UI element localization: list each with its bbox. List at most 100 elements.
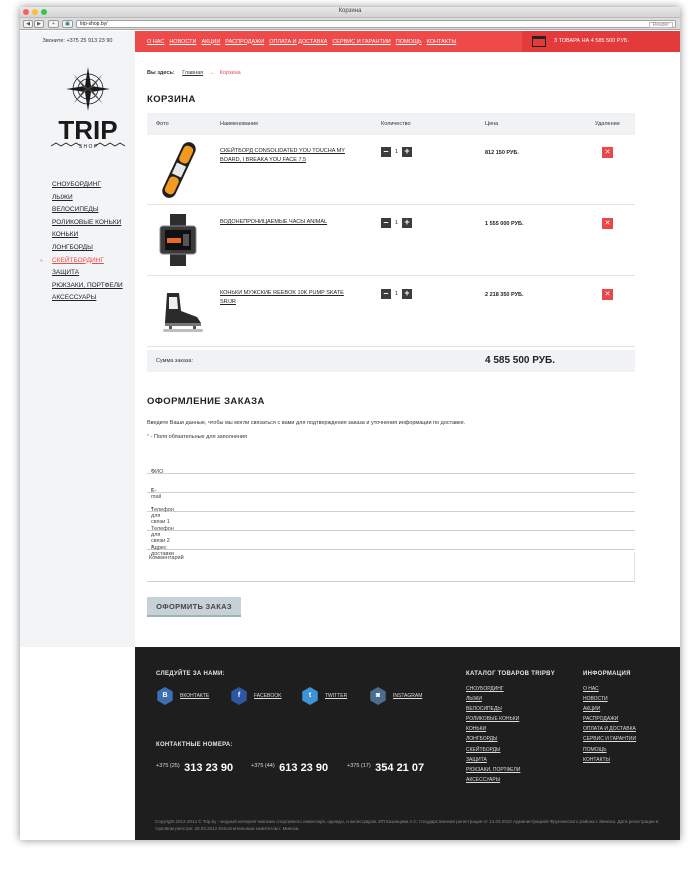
increase-qty-button[interactable]: + [402, 147, 412, 157]
sidebar-category[interactable]: ЛОНГБОРДЫ [52, 242, 123, 255]
copyright: Copyright 2012-2014 © Trip.by - модный и… [155, 819, 659, 831]
sidebar-category[interactable]: ЛЫЖИ [52, 192, 123, 205]
sidebar-category[interactable]: СНОУБОРДИНГ [52, 179, 123, 192]
footer-link[interactable]: РЮКЗАКИ, ПОРТФЕЛИ [466, 765, 520, 775]
sidebar-category[interactable]: АКСЕССУАРЫ [52, 292, 123, 305]
mini-cart[interactable]: 3 ТОВАРА НА 4 585 500 РУБ. [522, 31, 680, 52]
contacts-title: КОНТАКТНЫЕ НОМЕРА: [156, 742, 233, 748]
increase-qty-button[interactable]: + [402, 218, 412, 228]
checkout-title: ОФОРМЛЕНИЕ ЗАКАЗА [147, 396, 265, 407]
required-note-text: - Поля обязательные для заполнения [149, 434, 247, 440]
product-name[interactable]: ВОДОНЕПРОНИЦАЕМЫЕ ЧАСЫ ANIMAL [220, 218, 350, 227]
product-price: 1 555 000 РУБ. [485, 221, 524, 227]
product-image-skateboard[interactable] [157, 138, 202, 202]
breadcrumb-current: Корзина [219, 70, 241, 76]
category-menu: СНОУБОРДИНГ ЛЫЖИ ВЕЛОСИПЕДЫ РОЛИКОВЫЕ КОНЬК… [40, 179, 123, 305]
sidebar-category[interactable]: СКЕЙТБОРДИНГ [52, 255, 123, 268]
url-field[interactable]: trip-shop.by/ Reader [76, 20, 676, 28]
product-name[interactable]: СКЕЙТБОРД CONSOLIDATED YOU TOUCHA MY BOA… [220, 147, 350, 165]
social-label: FACEBOOK [254, 693, 282, 699]
phone-number: 613 23 90 [279, 762, 329, 774]
browser-window: Корзина ◀ ▶ + ▣ trip-shop.by/ Reader Зво… [20, 7, 680, 840]
footer-link[interactable]: КОНЬКИ [466, 724, 520, 734]
quantity-stepper: – 1 + [381, 218, 412, 228]
top-menu-item[interactable]: КОНТАКТЫ [427, 39, 457, 45]
top-menu-item[interactable]: НОВОСТИ [169, 39, 196, 45]
decrease-qty-button[interactable]: – [381, 289, 391, 299]
phone2-field[interactable]: Телефон для связи 2 [147, 512, 635, 544]
active-arrow-icon: » [40, 257, 43, 264]
email-field[interactable]: E-mail * [147, 474, 635, 500]
qty-value[interactable]: 1 [394, 291, 399, 297]
footer-link[interactable]: ВЕЛОСИПЕДЫ [466, 704, 520, 714]
remove-item-button[interactable]: ✕ [602, 289, 613, 300]
back-button[interactable]: ◀ [23, 20, 33, 28]
top-menu-item[interactable]: РАСПРОДАЖИ [225, 39, 264, 45]
facebook-icon: f [231, 687, 247, 705]
submit-order-button[interactable]: ОФОРМИТЬ ЗАКАЗ [147, 597, 241, 617]
twitter-icon: t [302, 687, 318, 705]
remove-item-button[interactable]: ✕ [602, 147, 613, 158]
sidebar-category[interactable]: КОНЬКИ [52, 229, 123, 242]
footer-link[interactable]: ЛОНГБОРДЫ [466, 734, 520, 744]
footer-link[interactable]: ЗАЩИТА [466, 755, 520, 765]
breadcrumb-home[interactable]: Главная [182, 70, 203, 76]
footer-link[interactable]: КОНТАКТЫ [583, 755, 636, 765]
qty-value[interactable]: 1 [394, 220, 399, 226]
top-menu-item[interactable]: СЕРВИС И ГАРАНТИИ [332, 39, 390, 45]
footer-link[interactable]: НОВОСТИ [583, 694, 636, 704]
sidebar-category[interactable]: РОЛИКОВЫЕ КОНЬКИ [52, 217, 123, 230]
phone-code: +375 (25) [156, 763, 180, 769]
product-image-skates[interactable] [157, 291, 205, 335]
social-link[interactable]: ◙ INSTAGRAM [369, 687, 422, 705]
col-qty: Количество [381, 121, 411, 127]
phone-number: 313 23 90 [184, 762, 234, 774]
social-link[interactable]: t TWITTER [301, 687, 347, 705]
reader-button[interactable]: Reader [648, 22, 673, 28]
footer-link[interactable]: ПОМОЩЬ [583, 745, 636, 755]
phone1-field[interactable]: Телефон для связи 1 * [147, 493, 635, 525]
increase-qty-button[interactable]: + [402, 289, 412, 299]
social-label: ВКОНТАКТЕ [180, 693, 210, 699]
social-link[interactable]: B ВКОНТАКТЕ [156, 687, 209, 705]
top-menu-item[interactable]: ОПЛАТА И ДОСТАВКА [269, 39, 327, 45]
footer-catalog-list: СНОУБОРДИНГ ЛЫЖИ ВЕЛОСИПЕДЫ РОЛИКОВЫЕ КОНЬК… [466, 684, 520, 785]
footer-link[interactable]: СКЕЙТБОРДЫ [466, 745, 520, 755]
top-menu-item[interactable]: О НАС [147, 39, 164, 45]
phone-3: +375 (17) 354 21 07 [347, 758, 424, 776]
product-image-watch[interactable] [157, 214, 199, 266]
add-tab-button[interactable]: + [48, 20, 59, 28]
sidebar-category[interactable]: ЗАЩИТА [52, 267, 123, 280]
sidebar-category[interactable]: ВЕЛОСИПЕДЫ [52, 204, 123, 217]
top-menu-item[interactable]: ПОМОЩЬ [396, 39, 422, 45]
name-field[interactable]: ФИО * [147, 455, 635, 475]
forward-button[interactable]: ▶ [34, 20, 44, 28]
product-name[interactable]: КОНЬКИ МУЖСКИЕ REEBOK 10K PUMP SKATE SR/… [220, 289, 350, 307]
comment-textarea[interactable]: Комментарий [147, 552, 635, 582]
instagram-icon: ◙ [370, 687, 386, 705]
footer-link[interactable]: ОПЛАТА И ДОСТАВКА [583, 724, 636, 734]
decrease-qty-button[interactable]: – [381, 218, 391, 228]
phone-2: +375 (44) 613 23 90 [251, 758, 328, 776]
social-label: INSTAGRAM [393, 693, 423, 699]
social-link[interactable]: f FACEBOOK [230, 687, 282, 705]
footer-link[interactable]: РАСПРОДАЖИ [583, 714, 636, 724]
footer-link[interactable]: О НАС [583, 684, 636, 694]
address-field[interactable]: Адрес доставки * [147, 531, 635, 557]
follow-title: СЛЕДУЙТЕ ЗА НАМИ: [156, 671, 225, 677]
footer-link[interactable]: АКЦИИ [583, 704, 636, 714]
footer-link[interactable]: ЛЫЖИ [466, 694, 520, 704]
trip-shop-logo[interactable]: TRIP S H O P [50, 64, 128, 164]
remove-item-button[interactable]: ✕ [602, 218, 613, 229]
col-price: Цена [485, 121, 499, 127]
footer-link[interactable]: РОЛИКОВЫЕ КОНЬКИ [466, 714, 520, 724]
qty-value[interactable]: 1 [394, 149, 399, 155]
logo-text: TRIP [58, 115, 117, 145]
window-title: Корзина [338, 8, 362, 14]
footer-link[interactable]: СЕРВИС И ГАРАНТИИ [583, 734, 636, 744]
footer-link[interactable]: СНОУБОРДИНГ [466, 684, 520, 694]
decrease-qty-button[interactable]: – [381, 147, 391, 157]
sidebar-category[interactable]: РЮКЗАКИ, ПОРТФЕЛИ [52, 280, 123, 293]
footer-link[interactable]: АКСЕССУАРЫ [466, 775, 520, 785]
top-menu-item[interactable]: АКЦИИ [201, 39, 220, 45]
